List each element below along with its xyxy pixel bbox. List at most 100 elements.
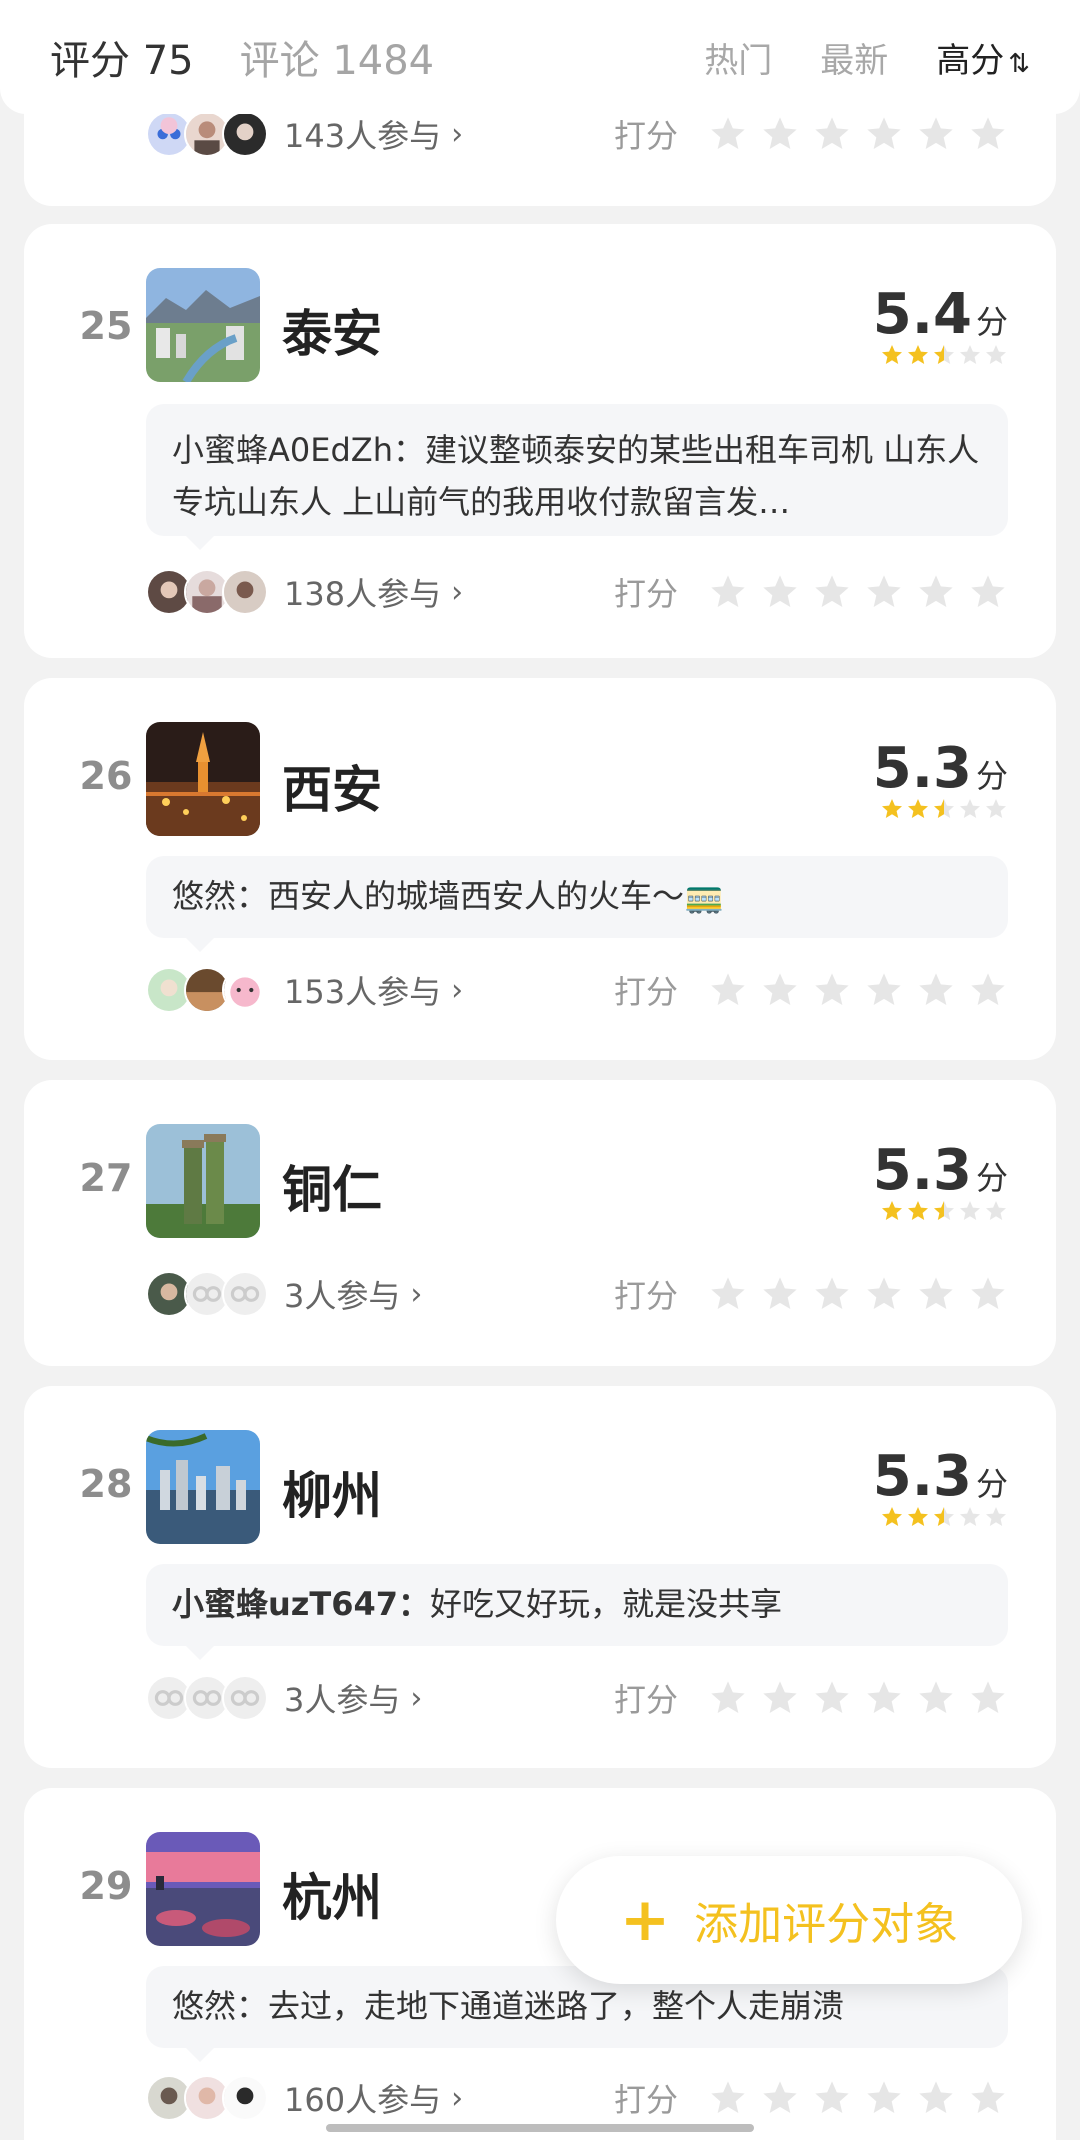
star-icon bbox=[815, 575, 849, 607]
rank-number: 27 bbox=[79, 1156, 133, 1200]
city-thumbnail bbox=[146, 1430, 260, 1544]
rate-area: 打分 bbox=[614, 967, 1008, 1013]
score-stars bbox=[873, 797, 1008, 821]
rating-card[interactable]: 28 柳州 5.3 分 小蜜蜂uzT647：好吃又好玩，就是没共享 3人参与 › 打… bbox=[24, 1386, 1056, 1768]
rating-card[interactable]: 25 泰安 5.4 分 小蜜蜂A0EdZh：建议整顿泰安的某些出租车司机 山东人专… bbox=[24, 224, 1056, 658]
score-unit: 分 bbox=[975, 303, 1008, 341]
chevron-right-icon: › bbox=[410, 1276, 423, 1312]
avatar bbox=[222, 2075, 268, 2121]
star-icon bbox=[971, 575, 1005, 607]
sort-latest-tab[interactable]: 最新 bbox=[820, 33, 888, 82]
star-icon bbox=[934, 799, 954, 818]
rate-label: 打分 bbox=[613, 117, 678, 155]
score-value: 5.3 bbox=[872, 1138, 972, 1203]
star-icon bbox=[882, 799, 902, 818]
rate-stars[interactable] bbox=[708, 114, 1008, 154]
star-icon bbox=[986, 345, 1006, 364]
city-name: 西安 bbox=[282, 761, 382, 819]
rate-stars[interactable] bbox=[708, 2078, 1008, 2118]
star-icon bbox=[986, 799, 1006, 818]
participants-link[interactable]: 3人参与 › bbox=[284, 1675, 422, 1721]
score-block: 5.4 分 bbox=[873, 282, 1008, 367]
city-name: 柳州 bbox=[282, 1467, 382, 1525]
add-rating-target-button[interactable]: + 添加评分对象 bbox=[556, 1856, 1022, 1984]
participants-link[interactable]: 153人参与 › bbox=[284, 967, 463, 1013]
star-icon bbox=[908, 799, 928, 818]
score-value: 5.4 bbox=[872, 282, 972, 347]
card-footer: 3人参与 › 打分 bbox=[146, 1266, 1008, 1322]
star-icon bbox=[919, 117, 953, 149]
rate-label: 打分 bbox=[613, 575, 678, 613]
card-footer: 143人参与 › 打分 bbox=[146, 106, 1008, 162]
star-icon bbox=[960, 799, 980, 818]
city-name: 铜仁 bbox=[282, 1161, 382, 1219]
star-icon bbox=[971, 2081, 1005, 2113]
score-unit: 分 bbox=[975, 1159, 1008, 1197]
home-indicator[interactable] bbox=[326, 2124, 754, 2132]
chevron-right-icon: › bbox=[451, 972, 464, 1008]
top-comment[interactable]: 小蜜蜂A0EdZh：建议整顿泰安的某些出租车司机 山东人专坑山东人 上山前气的我… bbox=[146, 404, 1008, 550]
rate-area: 打分 bbox=[614, 1675, 1008, 1721]
star-icon bbox=[971, 1681, 1005, 1713]
star-icon bbox=[960, 345, 980, 364]
comment-author: 悠然： bbox=[172, 1987, 269, 2025]
star-icon bbox=[763, 973, 797, 1005]
participant-avatars[interactable] bbox=[146, 1271, 268, 1317]
score-stars bbox=[873, 1505, 1008, 1529]
participants-link[interactable]: 143人参与 › bbox=[284, 111, 463, 157]
top-comment[interactable]: 悠然：西安人的城墙西安人的火车～🚃 bbox=[146, 856, 1008, 952]
star-icon bbox=[919, 575, 953, 607]
avatar bbox=[222, 111, 268, 157]
star-icon bbox=[711, 1277, 745, 1309]
top-comment[interactable]: 小蜜蜂uzT647：好吃又好玩，就是没共享 bbox=[146, 1564, 1008, 1660]
star-icon bbox=[763, 1277, 797, 1309]
comment-text: 悠然：西安人的城墙西安人的火车～🚃 bbox=[172, 877, 724, 915]
card-footer: 3人参与 › 打分 bbox=[146, 1670, 1008, 1726]
participant-avatars[interactable] bbox=[146, 967, 268, 1013]
comment-author: 小蜜蜂A0EdZh： bbox=[172, 431, 425, 469]
star-icon bbox=[815, 117, 849, 149]
score-value: 5.3 bbox=[872, 736, 972, 801]
rate-area: 打分 bbox=[614, 2075, 1008, 2121]
participant-avatars[interactable] bbox=[146, 569, 268, 615]
card-footer: 138人参与 › 打分 bbox=[146, 564, 1008, 620]
comment-text: 小蜜蜂uzT647：好吃又好玩，就是没共享 bbox=[172, 1585, 783, 1623]
star-icon bbox=[867, 1681, 901, 1713]
score-unit: 分 bbox=[975, 1465, 1008, 1503]
participant-avatars[interactable] bbox=[146, 1675, 268, 1721]
chevron-right-icon: › bbox=[451, 574, 464, 610]
star-icon bbox=[882, 345, 902, 364]
rate-stars[interactable] bbox=[708, 970, 1008, 1010]
star-icon bbox=[919, 1277, 953, 1309]
comment-author: 悠然： bbox=[172, 877, 269, 915]
participants-link[interactable]: 160人参与 › bbox=[284, 2075, 463, 2121]
rating-card[interactable]: 27 铜仁 5.3 分 3人参与 › 打分 bbox=[24, 1080, 1056, 1366]
rate-stars[interactable] bbox=[708, 1678, 1008, 1718]
star-icon bbox=[763, 117, 797, 149]
star-icon bbox=[986, 1507, 1006, 1526]
sort-hot-tab[interactable]: 热门 bbox=[704, 33, 772, 82]
sort-high-score-tab[interactable]: 高分 ⇅ bbox=[936, 33, 1030, 82]
star-icon bbox=[960, 1201, 980, 1220]
comments-tab[interactable]: 评论 1484 bbox=[240, 28, 435, 86]
rate-stars[interactable] bbox=[708, 572, 1008, 612]
city-name: 泰安 bbox=[282, 305, 382, 363]
rate-label: 打分 bbox=[613, 1277, 678, 1315]
participant-avatars[interactable] bbox=[146, 111, 268, 157]
participants-link[interactable]: 138人参与 › bbox=[284, 569, 463, 615]
avatar bbox=[222, 967, 268, 1013]
rate-label: 打分 bbox=[613, 1681, 678, 1719]
star-icon bbox=[934, 1507, 954, 1526]
participant-avatars[interactable] bbox=[146, 2075, 268, 2121]
rate-stars[interactable] bbox=[708, 1274, 1008, 1314]
score-tab[interactable]: 评分 75 bbox=[50, 28, 194, 86]
star-icon bbox=[934, 1201, 954, 1220]
card-footer: 160人参与 › 打分 bbox=[146, 2070, 1008, 2126]
rating-card[interactable]: 26 西安 5.3 分 悠然：西安人的城墙西安人的火车～🚃 153人参与 › 打分 bbox=[24, 678, 1056, 1060]
avatar bbox=[222, 1271, 268, 1317]
star-icon bbox=[919, 1681, 953, 1713]
star-icon bbox=[919, 2081, 953, 2113]
rank-number: 29 bbox=[79, 1864, 133, 1908]
rate-area: 打分 bbox=[614, 569, 1008, 615]
participants-link[interactable]: 3人参与 › bbox=[284, 1271, 422, 1317]
